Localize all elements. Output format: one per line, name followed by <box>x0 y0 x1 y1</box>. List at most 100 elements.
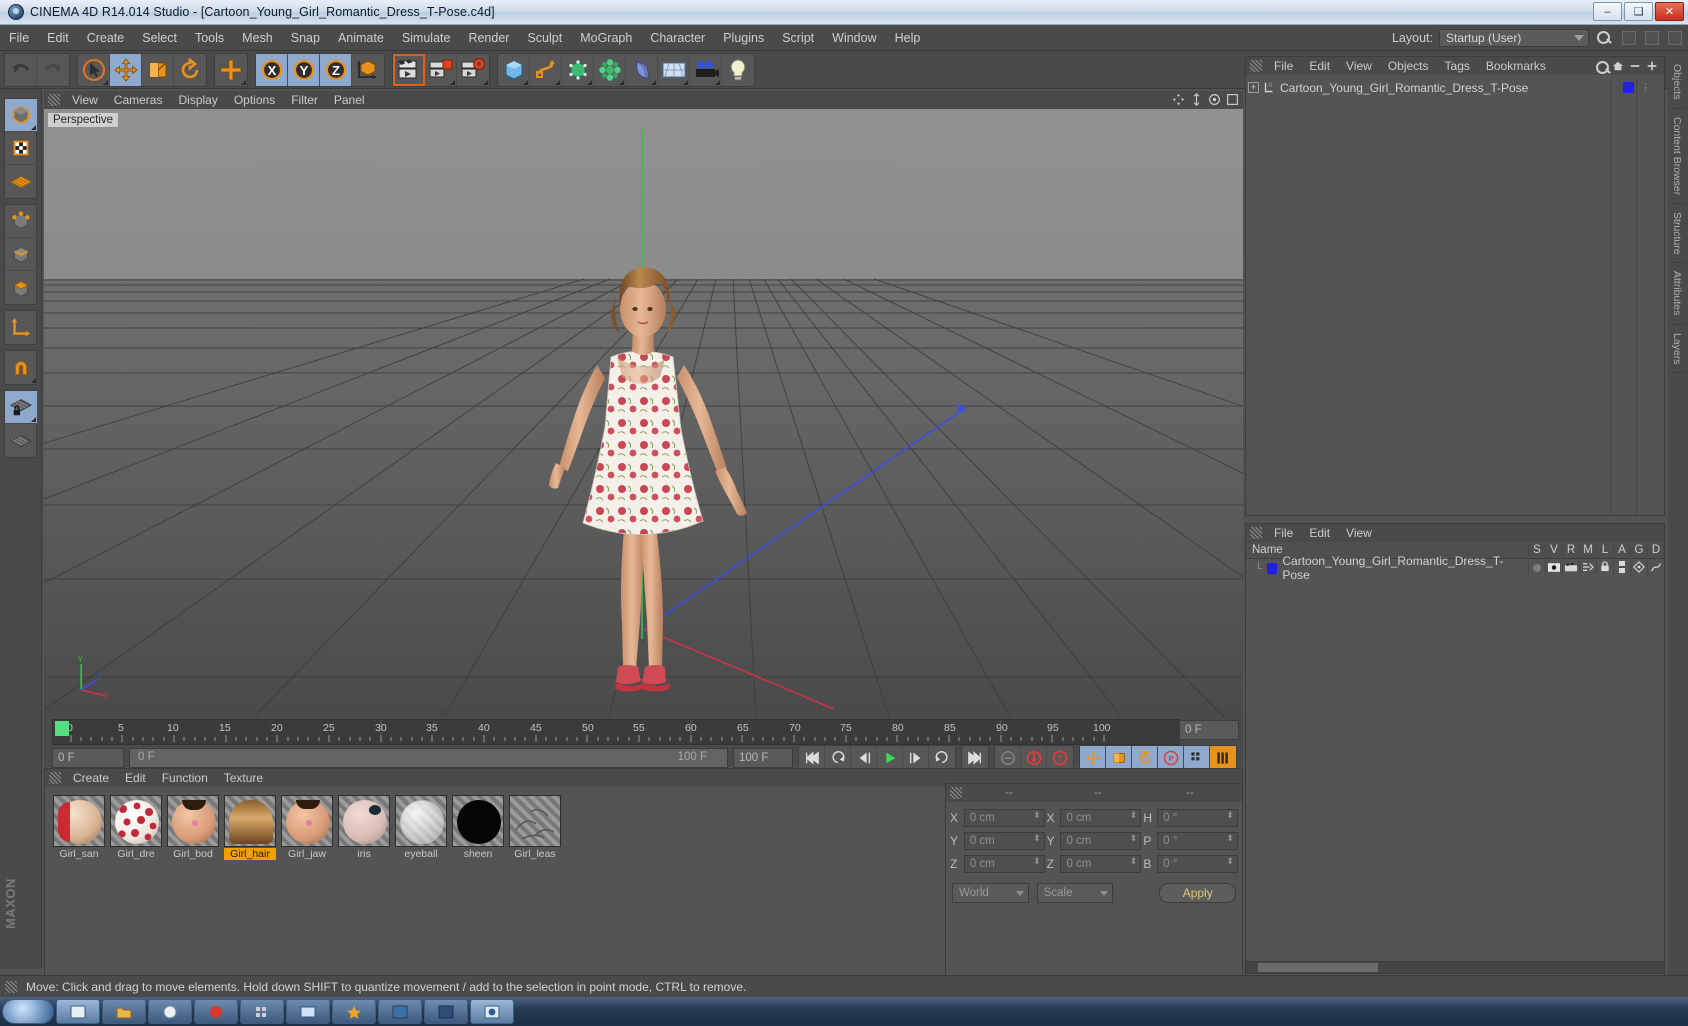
viewport-menu-view[interactable]: View <box>64 93 106 107</box>
coord-pos-x-input[interactable]: 0 cm ⬍ <box>963 809 1045 827</box>
material-menu-texture[interactable]: Texture <box>216 771 271 785</box>
dock-tab-structure[interactable]: Structure <box>1668 204 1686 264</box>
keyframe-selection-button[interactable]: ? <box>1047 746 1073 770</box>
material-preview[interactable] <box>338 795 390 847</box>
add-array-object[interactable] <box>594 53 626 86</box>
preview-range-bar[interactable]: 0 F 100 F <box>129 748 728 768</box>
add-light-object[interactable] <box>722 54 754 86</box>
dock-tab-attributes[interactable]: Attributes <box>1668 263 1686 325</box>
layer-col-r[interactable]: R <box>1562 544 1579 556</box>
coordinate-system-dropdown[interactable]: World <box>952 883 1029 903</box>
workplane-mode[interactable] <box>5 424 37 457</box>
material-preview[interactable] <box>452 795 504 847</box>
timeline-toggle-button[interactable] <box>1210 746 1236 770</box>
taskbar-item-7[interactable] <box>332 999 376 1024</box>
play-button[interactable] <box>877 746 903 770</box>
layout-dropdown[interactable]: Startup (User) <box>1439 29 1589 47</box>
material-item[interactable]: Girl_dre <box>110 795 162 860</box>
layer-cell-generator[interactable] <box>1630 560 1647 576</box>
timeline-ruler[interactable]: 0510 152025 303540 455055 606570 758085 … <box>52 719 1180 745</box>
pan-icon[interactable] <box>1172 93 1185 106</box>
material-item[interactable]: sheen <box>452 795 504 860</box>
record-active-objects-button[interactable] <box>1021 746 1047 770</box>
lock-y-axis[interactable]: Y <box>288 53 320 86</box>
render-settings-button[interactable] <box>457 54 489 86</box>
layer-cell-lock[interactable] <box>1596 561 1613 575</box>
material-item[interactable]: Girl_leas <box>509 795 561 860</box>
maximize-view-icon[interactable] <box>1226 93 1239 106</box>
current-frame-input[interactable]: 0 F <box>52 748 124 768</box>
restore-panel-button[interactable] <box>1622 31 1636 45</box>
edges-mode[interactable] <box>5 238 37 271</box>
coord-rot-h-input[interactable]: 0 ° ⬍ <box>1157 809 1238 827</box>
texture-mode[interactable] <box>5 132 37 165</box>
taskbar-item-10[interactable] <box>470 999 514 1024</box>
menu-plugins[interactable]: Plugins <box>714 25 773 51</box>
layer-color-swatch[interactable] <box>1266 562 1278 574</box>
current-frame-marker[interactable] <box>55 721 69 736</box>
taskbar-item-8[interactable] <box>378 999 422 1024</box>
material-item[interactable]: eyeball <box>395 795 447 860</box>
panel-grip-icon[interactable] <box>950 787 962 799</box>
pla-key-button[interactable] <box>1184 746 1210 770</box>
object-layer-color[interactable] <box>1623 82 1634 93</box>
scrollbar-thumb[interactable] <box>1258 963 1378 972</box>
material-preview[interactable] <box>224 795 276 847</box>
rotate-tool[interactable] <box>174 54 206 86</box>
object-menu-bookmarks[interactable]: Bookmarks <box>1478 59 1554 73</box>
material-item[interactable]: Girl_bod <box>167 795 219 860</box>
coord-rot-b-input[interactable]: 0 ° ⬍ <box>1157 855 1238 873</box>
enable-snap[interactable] <box>5 351 37 384</box>
stepper-icon[interactable]: ⬍ <box>1226 811 1234 820</box>
place-tool[interactable] <box>215 54 247 86</box>
menu-sculpt[interactable]: Sculpt <box>518 25 571 51</box>
material-item[interactable]: Girl_san <box>53 795 105 860</box>
material-item-selected[interactable]: Girl_hair <box>224 795 276 860</box>
add-cube-object[interactable] <box>498 53 530 86</box>
taskbar-item-9[interactable] <box>424 999 468 1024</box>
search-icon[interactable] <box>1594 59 1609 74</box>
home-icon[interactable] <box>1612 60 1624 72</box>
add-spline-object[interactable] <box>530 53 562 86</box>
coord-size-y-input[interactable]: 0 cm ⬍ <box>1060 832 1142 850</box>
material-preview[interactable] <box>395 795 447 847</box>
right-panel-horizontal-scrollbar[interactable] <box>1245 961 1665 974</box>
maximize-button[interactable]: ❑ <box>1624 2 1653 21</box>
viewport-menu-filter[interactable]: Filter <box>283 93 326 107</box>
render-view-button[interactable] <box>393 53 425 86</box>
position-key-button[interactable] <box>1080 746 1106 770</box>
layer-cell-solo[interactable] <box>1528 561 1545 575</box>
polygon-grid-mode[interactable] <box>5 165 37 198</box>
lock-x-axis[interactable]: X <box>256 53 288 86</box>
layer-menu-edit[interactable]: Edit <box>1301 526 1338 540</box>
taskbar-item-6[interactable] <box>286 999 330 1024</box>
material-preview[interactable] <box>53 795 105 847</box>
go-to-end-button[interactable] <box>962 746 988 770</box>
model-mode[interactable] <box>5 99 37 132</box>
menu-simulate[interactable]: Simulate <box>393 25 460 51</box>
move-tool[interactable] <box>110 53 142 86</box>
material-preview[interactable] <box>110 795 162 847</box>
panel-grip-icon[interactable] <box>5 980 17 993</box>
viewport-3d-canvas[interactable]: Perspective Y X Z <box>44 109 1243 717</box>
apply-button[interactable]: Apply <box>1159 883 1236 903</box>
add-environment-object[interactable] <box>658 53 690 86</box>
layer-row[interactable]: └ Cartoon_Young_Girl_Romantic_Dress_T-Po… <box>1246 554 1664 582</box>
stepper-icon[interactable]: ⬍ <box>1130 857 1138 866</box>
taskbar-item-5[interactable] <box>240 999 284 1024</box>
dock-tab-objects[interactable]: Objects <box>1668 56 1686 109</box>
menu-mesh[interactable]: Mesh <box>233 25 282 51</box>
object-tree[interactable]: + 0 Cartoon_Young_Girl_Romantic_Dress_T-… <box>1246 75 1664 100</box>
panel-grip-icon[interactable] <box>49 772 61 784</box>
object-menu-tags[interactable]: Tags <box>1437 59 1478 73</box>
menu-mograph[interactable]: MoGraph <box>571 25 641 51</box>
param-key-button[interactable]: P <box>1158 746 1184 770</box>
menu-character[interactable]: Character <box>641 25 714 51</box>
lock-z-axis[interactable]: Z <box>320 53 352 86</box>
stepper-icon[interactable]: ⬍ <box>1033 811 1041 820</box>
layer-cell-render[interactable] <box>1562 561 1579 575</box>
layer-col-m[interactable]: M <box>1579 544 1596 556</box>
dock-tab-content-browser[interactable]: Content Browser <box>1668 109 1686 204</box>
menu-help[interactable]: Help <box>886 25 930 51</box>
menu-snap[interactable]: Snap <box>282 25 329 51</box>
